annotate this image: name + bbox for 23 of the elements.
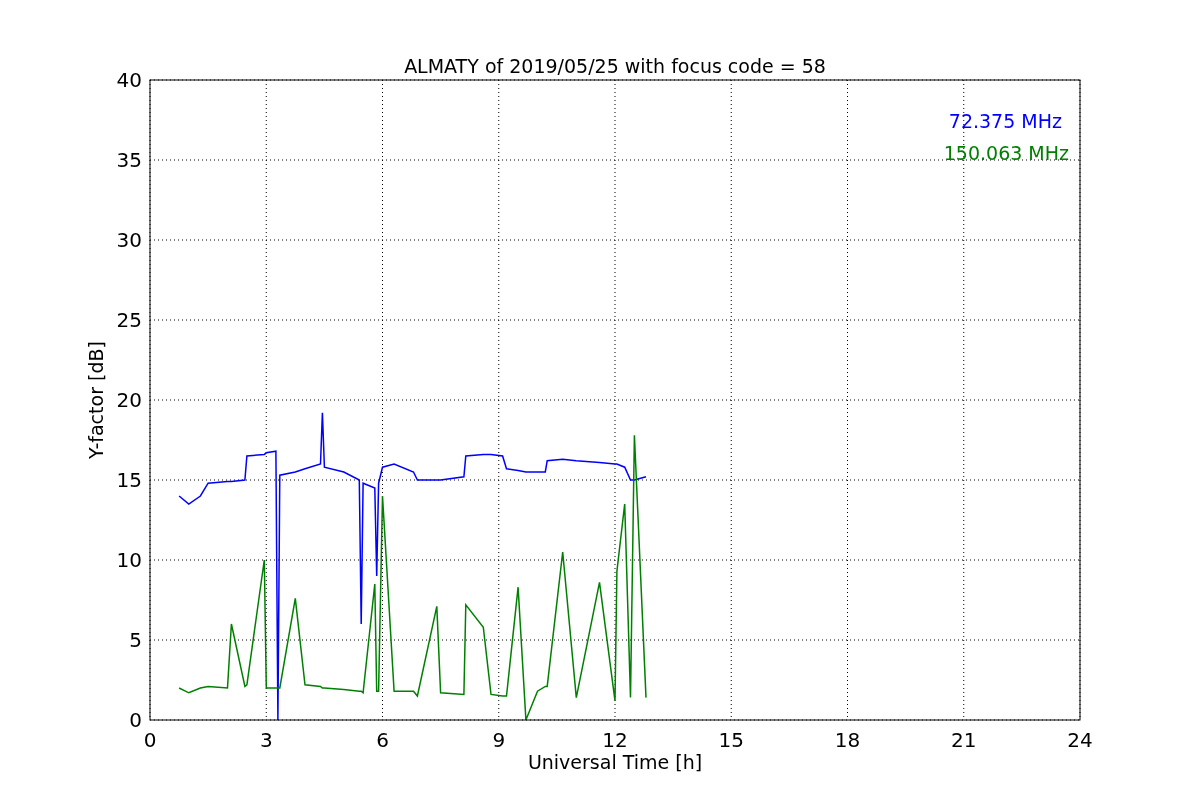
- x-tick-label: 6: [376, 728, 389, 752]
- y-tick-label: 10: [116, 548, 142, 572]
- x-tick-label: 18: [834, 728, 861, 752]
- y-tick-label: 35: [116, 148, 142, 172]
- legend-label: 72.375 MHz: [948, 110, 1062, 132]
- y-tick-label: 5: [129, 628, 142, 652]
- y-tick-label: 25: [116, 308, 142, 332]
- y-tick-label: 20: [116, 388, 142, 412]
- x-tick-label: 15: [718, 728, 744, 752]
- y-axis-label: Y-factor [dB]: [85, 341, 107, 459]
- y-tick-label: 0: [129, 708, 142, 732]
- y-tick-label: 15: [116, 468, 142, 492]
- x-tick-label: 24: [1067, 728, 1093, 752]
- y-tick-label: 40: [116, 68, 142, 92]
- x-tick-label: 21: [951, 728, 977, 752]
- x-tick-label: 9: [492, 728, 506, 752]
- chart-title: ALMATY of 2019/05/25 with focus code = 58: [404, 55, 826, 77]
- x-tick-label: 12: [602, 728, 628, 752]
- legend-label: 150.063 MHz: [943, 142, 1069, 164]
- x-axis-label: Universal Time [h]: [527, 751, 703, 773]
- y-tick-label: 30: [116, 228, 142, 252]
- x-tick-label: 3: [259, 728, 273, 752]
- x-tick-label: 0: [143, 728, 157, 752]
